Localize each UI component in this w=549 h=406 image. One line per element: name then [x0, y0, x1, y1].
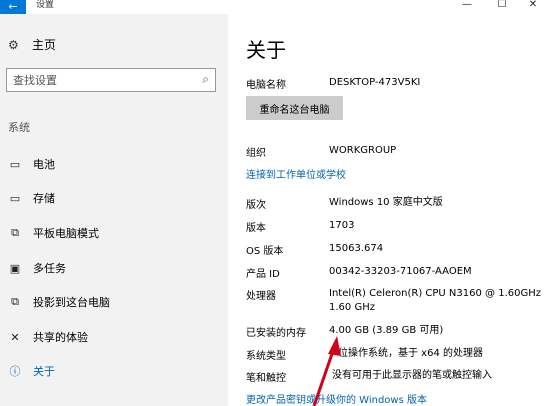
pen-touch-label: 笔和触控 [246, 373, 286, 384]
battery-icon: ▭ [9, 157, 21, 171]
maximize-icon: ☐ [497, 0, 507, 10]
sidebar-item-tablet-mode[interactable]: ⧉ 平板电脑模式 [0, 219, 228, 247]
sidebar-item-shared-experiences[interactable]: ✕ 共享的体验 [0, 323, 228, 351]
edition-value: Windows 10 家庭中文版 [329, 197, 443, 208]
product-id-value: 00342-33203-71067-AAOEM [329, 266, 472, 277]
tablet-mode-icon: ⧉ [11, 226, 19, 239]
product-id-label: 产品 ID [246, 269, 280, 280]
sidebar-item-label: 电池 [33, 158, 55, 171]
search-icon[interactable]: ⌕ [202, 72, 209, 87]
multitasking-icon: ▣ [9, 261, 21, 275]
processor-label: 处理器 [246, 291, 276, 302]
organization-value: WORKGROUP [329, 145, 397, 156]
processor-value-line2: 1.60 GHz [329, 302, 375, 313]
sidebar-item-multitasking[interactable]: ▣ 多任务 [0, 254, 228, 282]
storage-icon: ▭ [9, 191, 21, 205]
sidebar-item-label: 投影到这台电脑 [33, 296, 110, 309]
close-icon: ✕ [528, 0, 538, 10]
back-arrow-icon: ← [8, 0, 18, 13]
os-build-label: OS 版本 [246, 246, 284, 257]
main-content: 关于 电脑名称 DESKTOP-473V5KI 重命名这台电脑 组织 WORKG… [228, 14, 549, 406]
processor-value: Intel(R) Celeron(R) CPU N3160 @ 1.60GHz … [329, 287, 541, 315]
os-build-value: 15063.674 [329, 243, 384, 254]
sidebar-item-battery[interactable]: ▭ 电池 [0, 150, 228, 178]
system-type-label: 系统类型 [246, 351, 286, 362]
sidebar-item-label: 共享的体验 [33, 331, 88, 344]
minimize-button[interactable]: — [452, 0, 482, 14]
page-title: 关于 [246, 38, 286, 62]
sidebar-item-about[interactable]: ⓘ 关于 [0, 357, 228, 385]
sidebar-item-storage[interactable]: ▭ 存储 [0, 184, 228, 212]
join-work-or-school-link[interactable]: 连接到工作单位或学校 [246, 166, 346, 181]
installed-ram-label: 已安装的内存 [246, 328, 306, 339]
installed-ram-value: 4.00 GB (3.89 GB 可用) [329, 325, 444, 336]
shared-experiences-icon: ✕ [10, 330, 20, 344]
sidebar-home[interactable]: ⚙ 主页 [8, 36, 56, 53]
search-box[interactable]: ⌕ [6, 68, 216, 92]
maximize-button[interactable]: ☐ [487, 0, 517, 14]
sidebar-item-label: 平板电脑模式 [33, 227, 99, 240]
processor-value-line1: Intel(R) Celeron(R) CPU N3160 @ 1.60GHz [329, 288, 541, 299]
organization-label: 组织 [246, 148, 266, 159]
sidebar-section-header: 系统 [8, 121, 30, 134]
change-product-key-link[interactable]: 更改产品密钥或升级你的 Windows 版本 [246, 391, 427, 406]
minimize-icon: — [462, 0, 472, 10]
sidebar-item-projecting[interactable]: ⧉ 投影到这台电脑 [0, 288, 228, 316]
close-button[interactable]: ✕ [518, 0, 548, 14]
sidebar-item-label: 存储 [33, 192, 55, 205]
search-input[interactable] [7, 69, 193, 92]
title-bar: ← 设置 — ☐ ✕ [0, 0, 549, 14]
version-label: 版本 [246, 223, 266, 234]
sidebar-item-label: 多任务 [33, 262, 66, 275]
about-icon: ⓘ [9, 365, 21, 378]
pc-name-label: 电脑名称 [246, 80, 286, 91]
window-title: 设置 [36, 0, 55, 10]
version-value: 1703 [329, 220, 355, 231]
back-button[interactable]: ← [0, 0, 26, 14]
rename-pc-button[interactable]: 重命名这台电脑 [246, 96, 343, 120]
home-gear-icon: ⚙ [8, 37, 19, 52]
projecting-icon: ⧉ [11, 295, 19, 308]
sidebar: ⚙ 主页 ⌕ 系统 ▭ 电池 ▭ 存储 ⧉ 平板电脑模式 ▣ 多任务 ⧉ 投影到… [0, 14, 228, 406]
edition-label: 版次 [246, 200, 266, 211]
pen-touch-value: 没有可用于此显示器的笔或触控输入 [332, 370, 492, 381]
pc-name-value: DESKTOP-473V5KI [329, 77, 421, 88]
sidebar-home-label: 主页 [32, 38, 57, 52]
system-type-value: 位操作系统，基于 x64 的处理器 [338, 348, 483, 359]
sidebar-item-label: 关于 [33, 365, 55, 378]
